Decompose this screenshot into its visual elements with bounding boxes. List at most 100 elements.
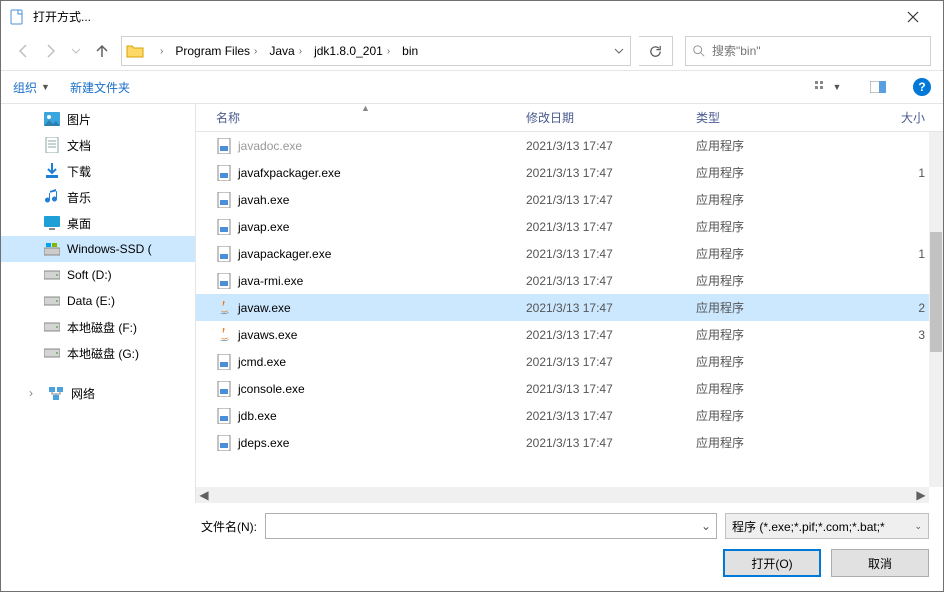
file-date: 2021/3/13 17:47 xyxy=(526,274,696,288)
breadcrumb-root-chevron[interactable]: › xyxy=(150,37,169,65)
tree-item-2[interactable]: 下载 xyxy=(1,158,195,184)
tree-network[interactable]: ›网络 xyxy=(1,380,195,406)
app-icon xyxy=(216,219,232,235)
documents-icon xyxy=(43,137,61,153)
file-row[interactable]: javadoc.exe2021/3/13 17:47应用程序 xyxy=(196,132,929,159)
file-date: 2021/3/13 17:47 xyxy=(526,409,696,423)
open-button[interactable]: 打开(O) xyxy=(723,549,821,577)
file-type: 应用程序 xyxy=(696,407,836,424)
back-button[interactable] xyxy=(13,40,35,62)
file-name: javap.exe xyxy=(238,220,289,234)
tree-item-9[interactable]: 本地磁盘 (G:) xyxy=(1,340,195,366)
search-box[interactable] xyxy=(685,36,931,66)
app-icon xyxy=(216,381,232,397)
cancel-button[interactable]: 取消 xyxy=(831,549,929,577)
file-filter[interactable]: 程序 (*.exe;*.pif;*.com;*.bat;* ⌄ xyxy=(725,513,929,539)
file-date: 2021/3/13 17:47 xyxy=(526,328,696,342)
pictures-icon xyxy=(43,111,61,127)
file-size: 3 xyxy=(836,328,929,342)
file-row[interactable]: javafxpackager.exe2021/3/13 17:47应用程序1 xyxy=(196,159,929,186)
file-name: javafxpackager.exe xyxy=(238,166,341,180)
view-options-button[interactable]: ▼ xyxy=(813,74,843,100)
body: 图片文档下载音乐桌面Windows-SSD (Soft (D:)Data (E:… xyxy=(1,104,943,503)
recent-dropdown[interactable] xyxy=(65,40,87,62)
tree-item-8[interactable]: 本地磁盘 (F:) xyxy=(1,314,195,340)
file-type: 应用程序 xyxy=(696,299,836,316)
file-size: 1 xyxy=(836,166,929,180)
file-row[interactable]: jdb.exe2021/3/13 17:47应用程序 xyxy=(196,402,929,429)
address-bar[interactable]: › Program Files› Java› jdk1.8.0_201› bin xyxy=(121,36,631,66)
tree-item-3[interactable]: 音乐 xyxy=(1,184,195,210)
file-row[interactable]: javapackager.exe2021/3/13 17:47应用程序1 xyxy=(196,240,929,267)
nav-tree[interactable]: 图片文档下载音乐桌面Windows-SSD (Soft (D:)Data (E:… xyxy=(1,104,196,503)
search-input[interactable] xyxy=(712,44,924,58)
chevron-down-icon: ⌄ xyxy=(914,521,922,532)
hscroll-right[interactable]: ▶ xyxy=(913,488,929,502)
new-folder-button[interactable]: 新建文件夹 xyxy=(70,79,130,96)
file-date: 2021/3/13 17:47 xyxy=(526,166,696,180)
up-button[interactable] xyxy=(91,40,113,62)
horizontal-scrollbar[interactable]: ◀ ▶ xyxy=(196,487,929,503)
address-dropdown[interactable] xyxy=(608,46,630,56)
file-row[interactable]: javaw.exe2021/3/13 17:47应用程序2 xyxy=(196,294,929,321)
file-row[interactable]: java-rmi.exe2021/3/13 17:47应用程序 xyxy=(196,267,929,294)
scrollbar-thumb[interactable] xyxy=(930,232,942,352)
file-date: 2021/3/13 17:47 xyxy=(526,220,696,234)
tree-item-0[interactable]: 图片 xyxy=(1,106,195,132)
file-name: javadoc.exe xyxy=(238,139,302,153)
drive-win-icon xyxy=(43,241,61,257)
breadcrumb-1[interactable]: Java› xyxy=(263,37,308,65)
file-row[interactable]: javah.exe2021/3/13 17:47应用程序 xyxy=(196,186,929,213)
app-icon xyxy=(216,354,232,370)
filename-input[interactable] xyxy=(266,519,696,533)
file-type: 应用程序 xyxy=(696,434,836,451)
file-name: java-rmi.exe xyxy=(238,274,303,288)
breadcrumb-0[interactable]: Program Files› xyxy=(169,37,263,65)
app-icon xyxy=(216,192,232,208)
file-list[interactable]: javadoc.exe2021/3/13 17:47应用程序javafxpack… xyxy=(196,132,943,487)
file-type: 应用程序 xyxy=(696,380,836,397)
file-area: ▲ 名称 修改日期 类型 大小 javadoc.exe2021/3/13 17:… xyxy=(196,104,943,503)
app-icon xyxy=(216,408,232,424)
file-date: 2021/3/13 17:47 xyxy=(526,193,696,207)
organize-button[interactable]: 组织 ▼ xyxy=(13,79,50,96)
file-row[interactable]: jdeps.exe2021/3/13 17:47应用程序 xyxy=(196,429,929,456)
vertical-scrollbar[interactable] xyxy=(929,132,943,487)
toolbar: 组织 ▼ 新建文件夹 ▼ ? xyxy=(1,70,943,104)
navbar: › Program Files› Java› jdk1.8.0_201› bin xyxy=(1,32,943,70)
close-button[interactable] xyxy=(890,2,935,31)
help-button[interactable]: ? xyxy=(913,78,931,96)
breadcrumb-3[interactable]: bin xyxy=(396,37,424,65)
titlebar: 打开方式... xyxy=(1,1,943,32)
sort-indicator-icon: ▲ xyxy=(196,103,943,113)
file-name: jcmd.exe xyxy=(238,355,286,369)
network-icon xyxy=(47,385,65,401)
forward-button[interactable] xyxy=(39,40,61,62)
chevron-right-icon: › xyxy=(29,386,41,400)
filename-dropdown[interactable]: ⌄ xyxy=(696,519,716,533)
breadcrumb-2[interactable]: jdk1.8.0_201› xyxy=(308,37,396,65)
refresh-button[interactable] xyxy=(639,36,673,66)
file-name: javaws.exe xyxy=(238,328,297,342)
file-name: javaw.exe xyxy=(238,301,291,315)
tree-item-7[interactable]: Data (E:) xyxy=(1,288,195,314)
tree-item-4[interactable]: 桌面 xyxy=(1,210,195,236)
tree-item-1[interactable]: 文档 xyxy=(1,132,195,158)
hscroll-left[interactable]: ◀ xyxy=(196,488,212,502)
search-icon xyxy=(692,44,706,58)
tree-item-6[interactable]: Soft (D:) xyxy=(1,262,195,288)
window-title: 打开方式... xyxy=(33,8,890,25)
file-row[interactable]: javaws.exe2021/3/13 17:47应用程序3 xyxy=(196,321,929,348)
file-row[interactable]: jcmd.exe2021/3/13 17:47应用程序 xyxy=(196,348,929,375)
file-type: 应用程序 xyxy=(696,218,836,235)
file-date: 2021/3/13 17:47 xyxy=(526,139,696,153)
app-icon xyxy=(216,246,232,262)
footer: 文件名(N): ⌄ 程序 (*.exe;*.pif;*.com;*.bat;* … xyxy=(1,503,943,591)
drive-icon xyxy=(43,319,61,335)
file-row[interactable]: jconsole.exe2021/3/13 17:47应用程序 xyxy=(196,375,929,402)
preview-pane-button[interactable] xyxy=(863,74,893,100)
tree-item-5[interactable]: Windows-SSD ( xyxy=(1,236,195,262)
file-row[interactable]: javap.exe 2021/3/13 17:47应用程序 xyxy=(196,213,929,240)
filename-combo[interactable]: ⌄ xyxy=(265,513,717,539)
file-type: 应用程序 xyxy=(696,191,836,208)
